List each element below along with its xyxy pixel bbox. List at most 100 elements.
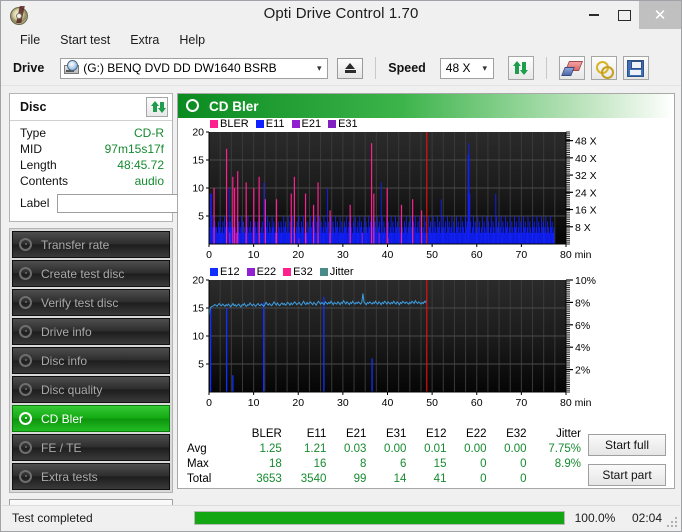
disc-icon: [19, 237, 34, 252]
menu-item-start-test[interactable]: Start test: [51, 31, 119, 49]
eject-button[interactable]: [337, 57, 364, 79]
speed-label: Speed: [388, 61, 426, 75]
menu-item-help[interactable]: Help: [170, 31, 214, 49]
legend-label: E31: [338, 118, 358, 130]
sidebar-item-disc-info[interactable]: Disc info: [12, 347, 170, 374]
svg-text:48 X: 48 X: [575, 136, 597, 148]
elapsed-time: 02:04: [631, 511, 662, 525]
drive-select[interactable]: (G:) BENQ DVD DD DW1640 BSRB ▾: [60, 57, 329, 79]
stats-row-label: Total: [187, 472, 212, 485]
svg-text:16 X: 16 X: [575, 205, 597, 217]
save-icon: [627, 59, 645, 77]
minimize-button[interactable]: [579, 1, 609, 29]
disc-row-contents: Contents audio: [20, 173, 164, 189]
legend-label: BLER: [220, 118, 249, 130]
progress-bar-fill: [194, 512, 564, 524]
status-text: Test completed: [12, 511, 93, 525]
jitter-chart-canvas: 5 10 15 20 0 10 20 30 40 50 60 70 80 min 2% 4% 6% 8% 10%: [192, 275, 596, 410]
svg-text:0: 0: [206, 249, 212, 261]
disc-row-key: MID: [20, 142, 42, 156]
svg-text:50: 50: [426, 249, 438, 261]
disc-refresh-button[interactable]: [146, 97, 168, 117]
refresh-button[interactable]: [507, 56, 534, 80]
save-button[interactable]: [622, 56, 649, 80]
svg-text:5: 5: [198, 359, 204, 371]
svg-text:10: 10: [192, 331, 204, 343]
sidebar-item-transfer-rate[interactable]: Transfer rate: [12, 231, 170, 258]
legend-swatch: [210, 120, 218, 128]
svg-text:24 X: 24 X: [575, 187, 597, 199]
stats-row-label: Max: [187, 457, 209, 470]
title-bar: Opti Drive Control 1.70 ✕: [1, 1, 681, 29]
stats-col-e12: E12: [426, 427, 447, 440]
stats-header-row: BLER E11 E21 E31 E12 E22 E32 Jitter: [184, 426, 584, 441]
close-icon: ✕: [653, 7, 667, 24]
stats-col-e11: E11: [306, 427, 327, 440]
stats-col-e32: E32: [506, 427, 527, 440]
menu-bar: File Start test Extra Help: [1, 29, 681, 51]
stats-col-e31: E31: [385, 427, 407, 440]
stats-cell: 0: [480, 472, 487, 485]
toolbar-separator-1: [375, 57, 377, 79]
speed-select[interactable]: 48 X ▾: [439, 57, 494, 79]
svg-text:40: 40: [382, 249, 394, 261]
legend-item-e11: E11: [255, 118, 285, 130]
tools-button[interactable]: [590, 56, 617, 80]
svg-text:8 X: 8 X: [575, 222, 591, 234]
svg-text:70: 70: [516, 249, 528, 261]
content-panel: CD Bler BLER E11 E21 E31 5 10 15 20 0 10 20 30 4…: [177, 93, 675, 489]
legend-item-jitter: Jitter: [319, 266, 354, 278]
stats-cell: 0: [520, 457, 527, 470]
stats-cell: 8: [360, 457, 367, 470]
legend-item-e22: E22: [246, 266, 276, 278]
stats-cell: 8.9%: [554, 457, 581, 470]
disc-info-panel: Disc Type CD-R MID 97m15s17f Length 48:4…: [9, 93, 231, 222]
svg-text:30: 30: [337, 249, 349, 261]
toolbar-separator-2: [545, 57, 547, 79]
sidebar-item-extra-tests[interactable]: Extra tests: [12, 463, 170, 490]
sidebar-item-verify-test-disc[interactable]: Verify test disc: [12, 289, 170, 316]
legend-swatch: [319, 268, 328, 276]
sidebar-item-create-test-disc[interactable]: Create test disc: [12, 260, 170, 287]
bler-chart: BLER E11 E21 E31 5 10 15 20 0 10 20 30 40 50 60 70 8…: [178, 118, 674, 266]
disc-label-key: Label: [20, 196, 50, 210]
svg-text:10: 10: [248, 249, 260, 261]
window-controls: ✕: [579, 1, 681, 29]
sidebar-item-disc-quality[interactable]: Disc quality: [12, 376, 170, 403]
legend-swatch: [255, 120, 264, 128]
svg-text:15: 15: [192, 155, 204, 167]
stats-col-e21: E21: [345, 427, 367, 440]
page-title: CD Bler: [209, 98, 259, 114]
stats-cell: 99: [353, 472, 367, 485]
progress-bar: [193, 511, 565, 525]
stats-cell: 0.01: [424, 442, 447, 455]
drive-icon: [64, 60, 80, 75]
stats-cell: 0.03: [344, 442, 367, 455]
close-button[interactable]: ✕: [639, 1, 681, 29]
sidebar-item-cd-bler[interactable]: CD Bler: [12, 405, 170, 432]
disc-panel-title: Disc: [20, 100, 47, 114]
sidebar-item-drive-info[interactable]: Drive info: [12, 318, 170, 345]
stats-cell: 0: [520, 472, 527, 485]
stats-cell: 0.00: [464, 442, 487, 455]
cd-bler-icon: [186, 99, 201, 113]
svg-text:32 X: 32 X: [575, 170, 597, 182]
table-row: Total 3653 3540 99 14 41 0 0: [184, 471, 584, 486]
svg-text:80 min: 80 min: [560, 249, 592, 261]
main-body: Disc Type CD-R MID 97m15s17f Length 48:4…: [1, 85, 682, 523]
sidebar-item-fe-te[interactable]: FE / TE: [12, 434, 170, 461]
maximize-button[interactable]: [609, 1, 639, 29]
erase-button[interactable]: [558, 56, 585, 80]
progress-percent: 100.0%: [574, 511, 616, 525]
sidebar-item-label: CD Bler: [41, 411, 84, 426]
sidebar-item-label: Transfer rate: [41, 237, 110, 252]
start-part-button[interactable]: Start part: [588, 464, 666, 486]
svg-text:2%: 2%: [575, 365, 590, 377]
resize-grip-icon[interactable]: [667, 517, 677, 527]
menu-item-extra[interactable]: Extra: [121, 31, 168, 49]
menu-item-file[interactable]: File: [11, 31, 49, 49]
minimize-icon: [589, 14, 599, 16]
svg-text:20: 20: [192, 275, 204, 287]
legend-item-e31: E31: [328, 118, 358, 130]
start-full-button[interactable]: Start full: [588, 434, 666, 456]
